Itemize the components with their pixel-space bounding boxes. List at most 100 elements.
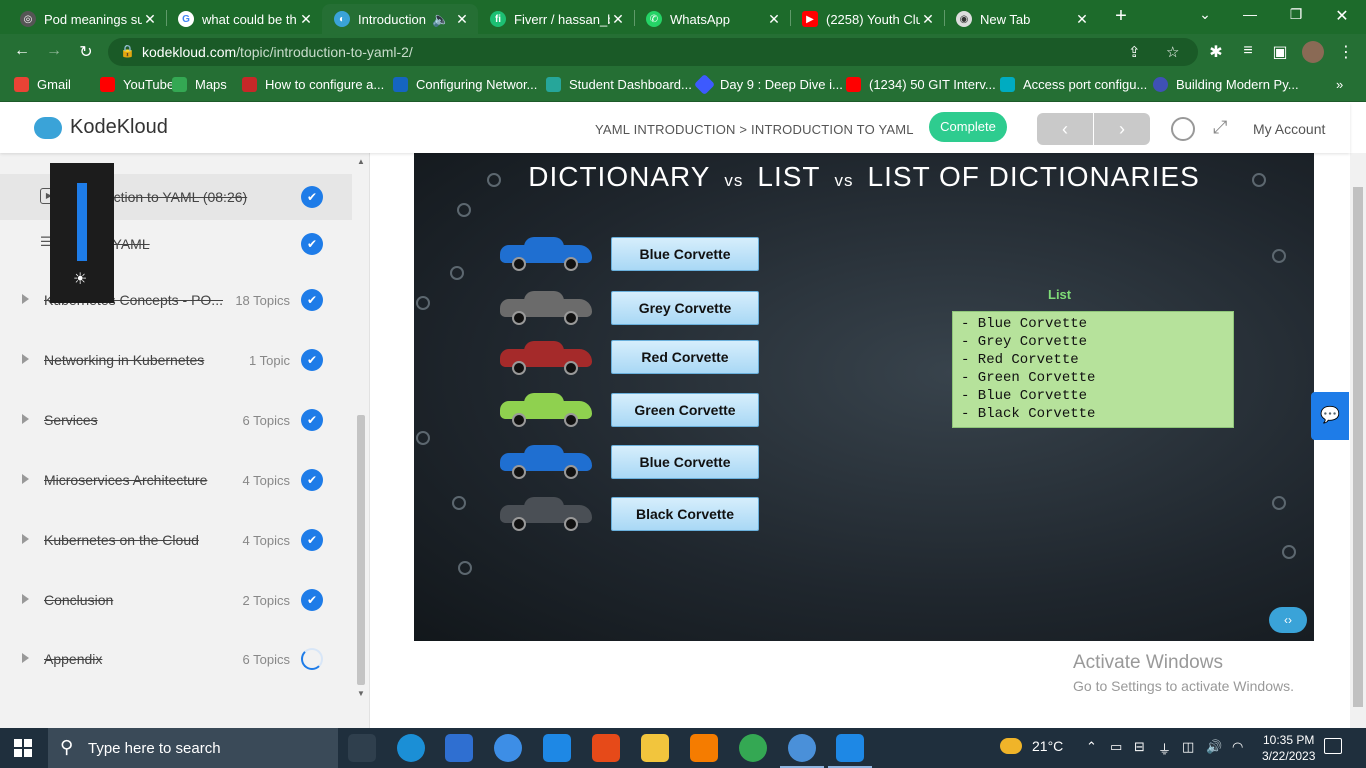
module-item[interactable]: Networking in Kubernetes 1 Topic ✔ bbox=[0, 337, 352, 383]
close-window-button[interactable]: ✕ bbox=[1332, 6, 1352, 26]
module-item[interactable]: Microservices Architecture 4 Topics ✔ bbox=[0, 457, 352, 503]
address-bar[interactable]: 🔒 kodekloud.com/topic/introduction-to-ya… bbox=[108, 38, 1198, 66]
expand-arrow-icon[interactable] bbox=[22, 594, 29, 604]
close-tab-icon[interactable]: ✕ bbox=[142, 11, 158, 28]
chrome-icon[interactable] bbox=[739, 734, 767, 762]
maps-icon bbox=[172, 77, 187, 92]
network-monitor-icon[interactable]: ⊟ bbox=[1134, 739, 1145, 755]
tab-1[interactable]: G what could be th ✕ bbox=[166, 4, 322, 34]
previous-lesson-button[interactable]: ‹ bbox=[1037, 113, 1093, 145]
sidebar-scrollbar[interactable]: ▲ ▼ bbox=[355, 153, 367, 728]
expand-arrow-icon[interactable] bbox=[22, 474, 29, 484]
brightness-slider[interactable] bbox=[77, 183, 87, 261]
module-item[interactable]: Appendix 6 Topics bbox=[0, 636, 352, 682]
media-control-icon[interactable]: ≡ bbox=[1238, 42, 1258, 60]
sidebar-scroll-thumb[interactable] bbox=[357, 415, 365, 685]
store-icon[interactable] bbox=[445, 734, 473, 762]
tab-4[interactable]: ✆ WhatsApp ✕ bbox=[634, 4, 790, 34]
more-bookmarks-icon[interactable]: » bbox=[1336, 77, 1343, 92]
back-icon[interactable]: ← bbox=[12, 42, 32, 60]
circuit-node bbox=[416, 296, 430, 310]
app-gear-icon[interactable] bbox=[690, 734, 718, 762]
bookmark-7[interactable]: (1234) 50 GIT Interv... bbox=[846, 77, 996, 92]
tab-6[interactable]: ◉ New Tab ✕ bbox=[944, 4, 1098, 34]
scroll-down-icon[interactable]: ▼ bbox=[357, 689, 365, 698]
app-swirl-icon[interactable] bbox=[592, 734, 620, 762]
volume-icon[interactable]: 🔊 bbox=[1206, 739, 1222, 755]
taskbar-search-box[interactable]: ⚲ Type here to search bbox=[48, 728, 338, 768]
file-explorer-icon[interactable] bbox=[641, 734, 669, 762]
profile-avatar[interactable] bbox=[1302, 41, 1324, 63]
tab-0[interactable]: ◎ Pod meanings su ✕ bbox=[8, 4, 166, 34]
expand-arrow-icon[interactable] bbox=[22, 653, 29, 663]
my-account-link[interactable]: My Account bbox=[1253, 121, 1325, 137]
expand-arrow-icon[interactable] bbox=[22, 354, 29, 364]
page-scrollbar[interactable] bbox=[1350, 153, 1366, 728]
lesson-video-slide[interactable]: DICTIONARY vs LIST vs LIST OF DICTIONARIES B… bbox=[414, 153, 1314, 641]
close-tab-icon[interactable]: ✕ bbox=[1074, 11, 1090, 28]
close-tab-icon[interactable]: ✕ bbox=[454, 11, 470, 28]
new-tab-button[interactable]: + bbox=[1110, 5, 1132, 28]
fullscreen-expand-icon[interactable]: ⤢ bbox=[1213, 117, 1227, 138]
bookmark-4[interactable]: Configuring Networ... bbox=[393, 77, 537, 92]
page-scroll-thumb[interactable] bbox=[1353, 187, 1363, 707]
restore-button[interactable]: ❐ bbox=[1286, 6, 1306, 23]
next-lesson-button[interactable]: › bbox=[1094, 113, 1150, 145]
dark-mode-toggle-icon[interactable] bbox=[1171, 117, 1195, 141]
reload-icon[interactable]: ↻ bbox=[76, 42, 96, 62]
camera-icon[interactable]: ◫ bbox=[1182, 739, 1194, 755]
expand-arrow-icon[interactable] bbox=[22, 534, 29, 544]
vscode-icon[interactable] bbox=[828, 734, 872, 768]
bookmark-maps[interactable]: Maps bbox=[172, 77, 227, 92]
tab-search-icon[interactable]: ⌄ bbox=[1195, 6, 1215, 23]
wifi-icon[interactable]: ◠ bbox=[1232, 739, 1243, 755]
share-icon[interactable]: ⇪ bbox=[1128, 43, 1141, 61]
breadcrumb[interactable]: YAML INTRODUCTION > INTRODUCTION TO YAML bbox=[595, 122, 914, 137]
bookmark-5[interactable]: Student Dashboard... bbox=[546, 77, 692, 92]
menu-kebab-icon[interactable]: ⋮ bbox=[1336, 42, 1356, 62]
chrome-profile-icon[interactable] bbox=[780, 734, 824, 768]
bookmark-9[interactable]: Building Modern Py... bbox=[1153, 77, 1299, 92]
bookmark-star-icon[interactable]: ☆ bbox=[1166, 43, 1179, 61]
taskbar-clock[interactable]: 10:35 PM 3/22/2023 bbox=[1262, 732, 1315, 764]
forward-icon[interactable]: → bbox=[44, 42, 64, 60]
chat-widget-button[interactable]: 💬 bbox=[1311, 392, 1349, 440]
kodekloud-logo[interactable]: KodeKloud bbox=[34, 116, 168, 139]
weather-widget[interactable]: 21°C bbox=[1000, 738, 1063, 754]
show-hidden-icons[interactable]: ⌃ bbox=[1086, 739, 1097, 755]
complete-button[interactable]: Complete bbox=[929, 112, 1007, 142]
usb-icon[interactable]: ⏚ bbox=[1158, 739, 1171, 758]
expand-arrow-icon[interactable] bbox=[22, 414, 29, 424]
skype-icon[interactable] bbox=[494, 734, 522, 762]
bookmark-6[interactable]: Day 9 : Deep Dive i... bbox=[693, 73, 843, 96]
close-tab-icon[interactable]: ✕ bbox=[920, 11, 936, 28]
windows-start-icon[interactable] bbox=[14, 739, 32, 757]
edge-icon[interactable] bbox=[397, 734, 425, 762]
mail-icon[interactable] bbox=[543, 734, 571, 762]
audio-icon[interactable]: 🔈 bbox=[428, 11, 454, 28]
close-tab-icon[interactable]: ✕ bbox=[298, 11, 314, 28]
module-item[interactable]: Kubernetes on the Cloud 4 Topics ✔ bbox=[0, 517, 352, 563]
module-item[interactable]: Services 6 Topics ✔ bbox=[0, 397, 352, 443]
tab-2-active[interactable]: ◐ Introduction 🔈 ✕ bbox=[322, 4, 478, 34]
tab-5[interactable]: ▶ (2258) Youth Clul ✕ bbox=[790, 4, 944, 34]
expand-arrow-icon[interactable] bbox=[22, 294, 29, 304]
close-tab-icon[interactable]: ✕ bbox=[766, 11, 782, 28]
bookmark-3[interactable]: How to configure a... bbox=[242, 77, 384, 92]
tab-favicon-icon: ◎ bbox=[20, 11, 36, 27]
watermark-title: Activate Windows bbox=[1073, 652, 1223, 673]
side-panel-icon[interactable]: ▣ bbox=[1270, 42, 1290, 62]
module-item[interactable]: Conclusion 2 Topics ✔ bbox=[0, 577, 352, 623]
scroll-up-icon[interactable]: ▲ bbox=[357, 157, 365, 166]
topic-count: 6 Topics bbox=[242, 652, 290, 667]
tab-3[interactable]: fi Fiverr / hassan_b ✕ bbox=[478, 4, 634, 34]
close-tab-icon[interactable]: ✕ bbox=[610, 11, 626, 28]
notification-center-icon[interactable] bbox=[1324, 738, 1342, 754]
minimize-button[interactable]: — bbox=[1240, 6, 1260, 22]
bookmark-gmail[interactable]: Gmail bbox=[14, 77, 71, 92]
bookmark-8[interactable]: Access port configu... bbox=[1000, 77, 1147, 92]
battery-icon[interactable]: ▭ bbox=[1110, 739, 1122, 755]
bookmark-youtube[interactable]: YouTube bbox=[100, 77, 174, 92]
task-view-icon[interactable] bbox=[348, 734, 376, 762]
extensions-icon[interactable]: ✱ bbox=[1206, 42, 1226, 62]
